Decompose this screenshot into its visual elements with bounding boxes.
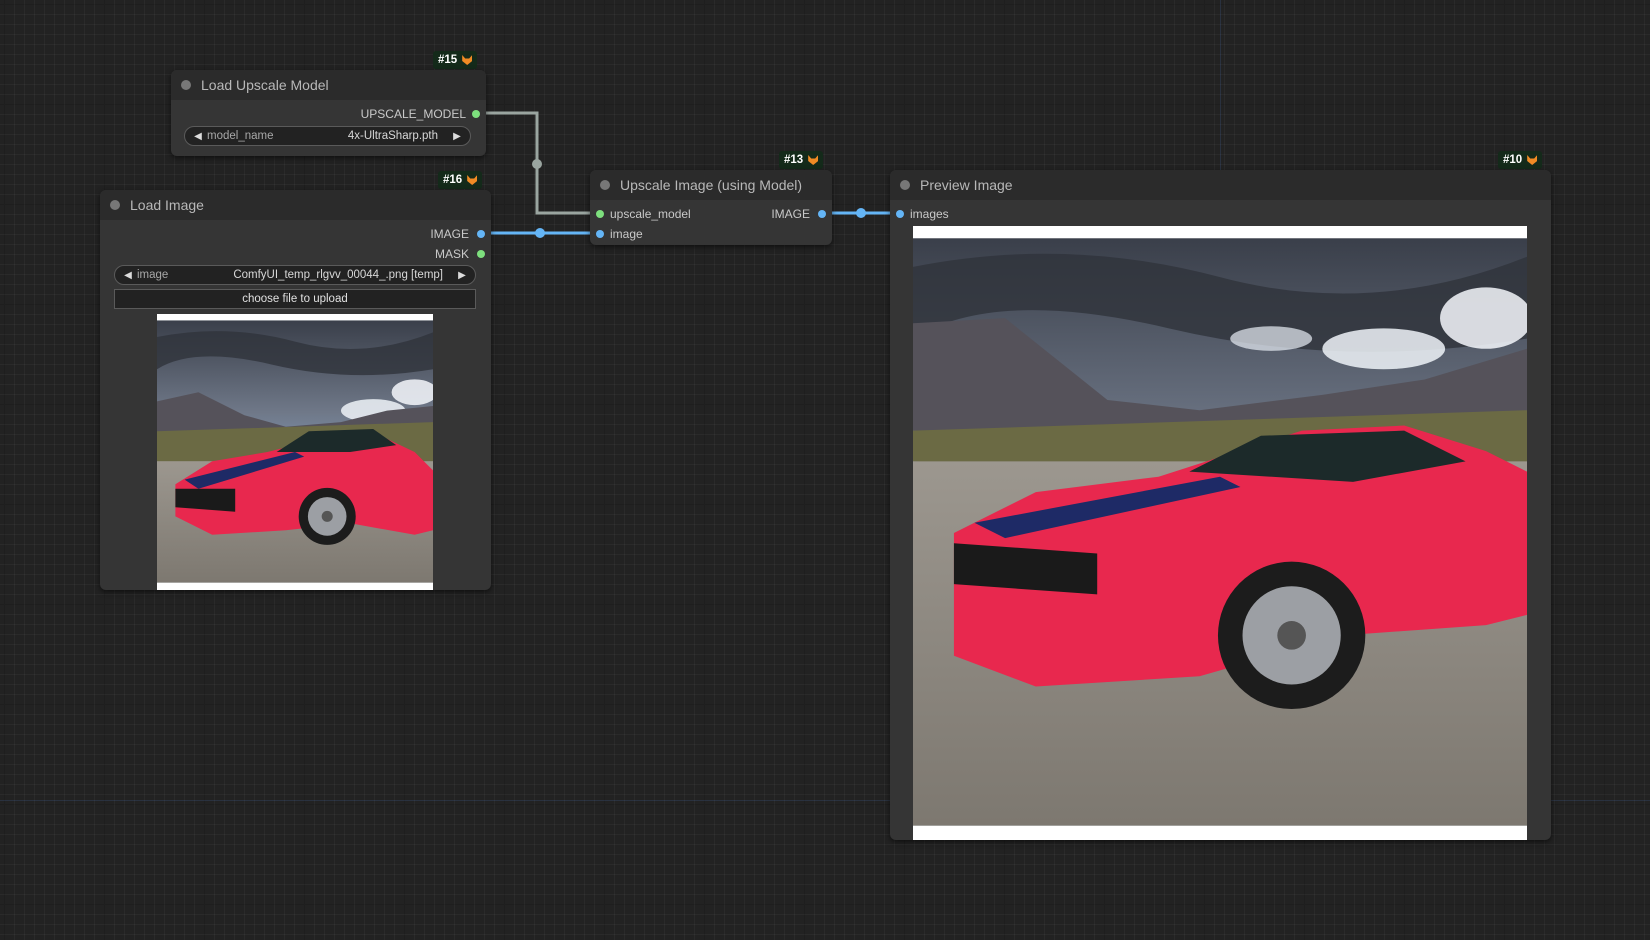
- input-slot-icon[interactable]: [896, 210, 904, 218]
- node-graph-canvas[interactable]: #15 Load Upscale Model UPSCALE_MODEL ◀ m…: [0, 0, 1650, 940]
- node-id-badge: #16: [438, 171, 483, 189]
- triangle-left-icon[interactable]: ◀: [193, 131, 203, 142]
- triangle-right-icon[interactable]: ▶: [452, 131, 462, 142]
- canvas-guide-line: [1220, 0, 1221, 170]
- node-id-badge: #13: [779, 151, 824, 169]
- node-load-upscale-model[interactable]: Load Upscale Model UPSCALE_MODEL ◀ model…: [171, 70, 486, 156]
- car-photo-large: [913, 226, 1527, 840]
- output-slot-icon[interactable]: [477, 250, 485, 258]
- fox-icon: [808, 155, 819, 165]
- node-header[interactable]: Preview Image: [890, 170, 1551, 200]
- output-slot-icon[interactable]: [818, 210, 826, 218]
- input-slot-images[interactable]: images: [896, 204, 949, 224]
- node-upscale-image[interactable]: Upscale Image (using Model) upscale_mode…: [590, 170, 832, 245]
- node-title: Preview Image: [920, 177, 1013, 193]
- node-preview-image[interactable]: Preview Image images: [890, 170, 1551, 840]
- input-label: upscale_model: [610, 207, 691, 221]
- fox-icon: [462, 55, 473, 65]
- node-title: Upscale Image (using Model): [620, 177, 803, 193]
- output-slot-icon[interactable]: [472, 110, 480, 118]
- collapse-dot-icon[interactable]: [181, 80, 191, 90]
- node-id-label: #15: [438, 54, 458, 66]
- widget-label: model_name: [207, 130, 274, 142]
- output-label: UPSCALE_MODEL: [360, 107, 466, 121]
- input-label: images: [910, 207, 949, 221]
- triangle-left-icon[interactable]: ◀: [123, 270, 133, 281]
- link-upscale-model-midpoint: [532, 159, 542, 169]
- widget-value: ComfyUI_temp_rlgvv_00044_.png [temp]: [233, 269, 443, 281]
- node-id-label: #16: [443, 174, 463, 186]
- input-slot-icon[interactable]: [596, 230, 604, 238]
- widget-value: 4x-UltraSharp.pth: [347, 130, 438, 142]
- input-slot-upscale-model[interactable]: upscale_model: [596, 204, 691, 224]
- choose-file-button[interactable]: choose file to upload: [114, 289, 476, 309]
- output-slot-icon[interactable]: [477, 230, 485, 238]
- fox-icon: [467, 175, 478, 185]
- car-photo-small: [157, 314, 433, 590]
- input-slot-image[interactable]: image: [596, 224, 643, 244]
- output-label: IMAGE: [430, 227, 469, 241]
- node-id-badge: #15: [433, 51, 478, 69]
- node-id-label: #13: [784, 154, 804, 166]
- widget-label: image: [137, 269, 169, 281]
- node-header[interactable]: Upscale Image (using Model): [590, 170, 832, 200]
- loaded-image-thumbnail: [157, 314, 433, 590]
- node-load-image[interactable]: Load Image IMAGE MASK ◀ image ComfyUI_te…: [100, 190, 491, 590]
- output-slot-image[interactable]: IMAGE: [771, 204, 826, 224]
- node-title: Load Image: [130, 197, 204, 213]
- preview-image-output[interactable]: [913, 226, 1527, 840]
- collapse-dot-icon[interactable]: [900, 180, 910, 190]
- fox-icon: [1527, 155, 1538, 165]
- link-upscale-model: [476, 111, 598, 215]
- image-file-combo[interactable]: ◀ image ComfyUI_temp_rlgvv_00044_.png [t…: [114, 265, 476, 285]
- node-id-badge: #10: [1498, 151, 1543, 169]
- link-upscaled-to-preview-midpoint: [856, 208, 866, 218]
- link-image-to-upscale-midpoint: [535, 228, 545, 238]
- output-slot-image[interactable]: IMAGE: [430, 224, 485, 244]
- node-header[interactable]: Load Upscale Model: [171, 70, 486, 100]
- output-slot-mask[interactable]: MASK: [435, 244, 485, 264]
- output-label: IMAGE: [771, 207, 810, 221]
- output-slot-upscale-model[interactable]: UPSCALE_MODEL: [361, 104, 480, 124]
- node-header[interactable]: Load Image: [100, 190, 491, 220]
- collapse-dot-icon[interactable]: [110, 200, 120, 210]
- input-label: image: [610, 227, 643, 241]
- model-name-combo[interactable]: ◀ model_name 4x-UltraSharp.pth ▶: [184, 126, 471, 146]
- node-id-label: #10: [1503, 154, 1523, 166]
- triangle-right-icon[interactable]: ▶: [457, 270, 467, 281]
- node-title: Load Upscale Model: [201, 77, 329, 93]
- input-slot-icon[interactable]: [596, 210, 604, 218]
- collapse-dot-icon[interactable]: [600, 180, 610, 190]
- output-label: MASK: [434, 247, 469, 261]
